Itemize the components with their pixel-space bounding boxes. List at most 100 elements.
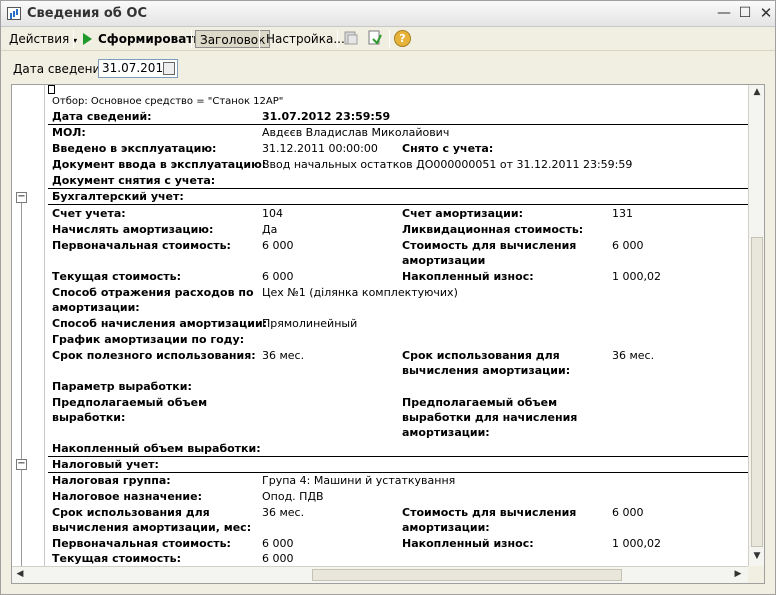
- group-line: [21, 203, 22, 461]
- account-label: Счет учета:: [52, 207, 126, 220]
- amort-method-value: Прямолинейный: [262, 317, 358, 330]
- collapse-accounting-button[interactable]: −: [16, 192, 27, 203]
- tax-cost-for-amort-label: Стоимость для вычисления: [402, 506, 577, 519]
- mol-label: МОЛ:: [52, 126, 86, 139]
- initial-cost-label: Первоначальная стоимость:: [52, 239, 231, 252]
- report-window: Сведения об ОС — ☐ ✕ Действия ▾ Сформиро…: [0, 0, 776, 595]
- vertical-scroll-thumb[interactable]: [751, 237, 763, 547]
- tax-purpose-value: Опод. ПДВ: [262, 490, 324, 503]
- accum-output-label: Накопленный объем выработки:: [52, 442, 261, 455]
- usage-term-label: Срок использования для: [402, 349, 560, 362]
- generate-button[interactable]: Сформировать: [83, 30, 201, 48]
- toolbar-separator: [259, 30, 260, 48]
- cost-for-amort-label-cont: амортизации: [402, 254, 486, 267]
- tax-initial-cost-value: 6 000: [262, 537, 294, 550]
- amort-method-label: Способ начисления амортизации:: [52, 317, 268, 330]
- tax-group-label: Налоговая группа:: [52, 474, 171, 487]
- cost-for-amort-value: 6 000: [612, 239, 644, 252]
- tax-cost-for-amort-value: 6 000: [612, 506, 644, 519]
- usage-term-label-cont: вычисления амортизации:: [402, 364, 571, 377]
- tax-usage-term-label: Срок использования для: [52, 506, 210, 519]
- accrue-label: Начислять амортизацию:: [52, 223, 214, 236]
- report-panel: − − Отбор: Основное средство = "Станок 1…: [11, 84, 765, 584]
- commission-doc-value: Ввод начальных остатков ДО000000051 от 3…: [262, 158, 633, 171]
- tax-current-cost-label: Текущая стоимость:: [52, 552, 182, 565]
- close-button[interactable]: ✕: [756, 5, 776, 23]
- divider: [48, 204, 748, 205]
- horizontal-scrollbar[interactable]: ◀ ▶: [12, 566, 748, 583]
- window-title: Сведения об ОС: [27, 6, 147, 21]
- calendar-icon[interactable]: [163, 62, 175, 75]
- date-label: Дата сведений:: [52, 110, 152, 123]
- date-input[interactable]: 31.07.2012: [98, 59, 178, 78]
- print-icon[interactable]: [343, 30, 359, 46]
- useful-life-value: 36 мес.: [262, 349, 305, 362]
- tax-usage-term-label-cont: вычисления амортизации, мес:: [52, 521, 252, 534]
- cost-for-amort-label: Стоимость для вычисления: [402, 239, 577, 252]
- removed-label: Снято с учета:: [402, 142, 494, 155]
- commissioned-label: Введено в эксплуатацию:: [52, 142, 217, 155]
- toolbar: Действия ▾ Сформировать Заголовок Настро…: [1, 27, 775, 51]
- commission-doc-label: Документ ввода в эксплуатацию:: [52, 158, 267, 171]
- tax-cost-for-amort-label-cont: амортизации:: [402, 521, 490, 534]
- expense-method-label: Способ отражения расходов по: [52, 286, 254, 299]
- tax-current-cost-value: 6 000: [262, 552, 294, 565]
- date-input-value: 31.07.2012: [102, 61, 171, 75]
- heading-label: Заголовок: [200, 33, 266, 47]
- tax-accum-wear-label: Накопленный износ:: [402, 537, 534, 550]
- collapse-tax-button[interactable]: −: [16, 459, 27, 470]
- expected-output-amort-label-cont2: амортизации:: [402, 426, 490, 439]
- settings-label: Настройка...: [266, 32, 345, 46]
- current-cost-label: Текущая стоимость:: [52, 270, 182, 283]
- report-icon: [7, 7, 21, 20]
- output-param-label: Параметр выработки:: [52, 380, 192, 393]
- expense-method-label-cont: амортизации:: [52, 301, 140, 314]
- tax-accum-wear-value: 1 000,02: [612, 537, 661, 550]
- amort-account-label: Счет амортизации:: [402, 207, 523, 220]
- mol-value: Авдєєв Владислав Миколайович: [262, 126, 450, 139]
- expected-output-label: Предполагаемый объем: [52, 396, 208, 409]
- generate-label: Сформировать: [98, 32, 201, 46]
- filter-text: Отбор: Основное средство = "Станок 12АР": [52, 96, 284, 107]
- toolbar-separator: [191, 30, 192, 48]
- commissioned-value: 31.12.2011 00:00:00: [262, 142, 378, 155]
- settings-button[interactable]: Настройка...: [266, 30, 345, 48]
- amort-account-value: 131: [612, 207, 633, 220]
- current-cost-value: 6 000: [262, 270, 294, 283]
- actions-menu[interactable]: Действия ▾: [9, 30, 77, 48]
- resize-grip: [748, 566, 764, 583]
- toolbar-separator: [73, 30, 74, 48]
- vertical-scrollbar[interactable]: ▲ ▼: [748, 85, 764, 566]
- group-line: [21, 470, 22, 566]
- usage-term-value: 36 мес.: [612, 349, 655, 362]
- tax-initial-cost-label: Первоначальная стоимость:: [52, 537, 231, 550]
- accounting-header: Бухгалтерский учет:: [52, 190, 184, 203]
- initial-cost-value: 6 000: [262, 239, 294, 252]
- export-icon[interactable]: [367, 30, 383, 46]
- play-icon: [83, 33, 92, 45]
- scroll-down-icon[interactable]: ▼: [749, 551, 764, 561]
- horizontal-scroll-thumb[interactable]: [312, 569, 622, 581]
- useful-life-label: Срок полезного использования:: [52, 349, 256, 362]
- scroll-right-icon[interactable]: ▶: [732, 569, 744, 579]
- accum-wear-label: Накопленный износ:: [402, 270, 534, 283]
- cursor-marker: [48, 85, 55, 94]
- schedule-label: График амортизации по году:: [52, 333, 245, 346]
- tax-header: Налоговый учет:: [52, 458, 159, 471]
- expected-output-label-cont: выработки:: [52, 411, 126, 424]
- report-content: Отбор: Основное средство = "Станок 12АР"…: [48, 85, 748, 566]
- accum-wear-value: 1 000,02: [612, 270, 661, 283]
- maximize-button[interactable]: ☐: [735, 5, 755, 23]
- removal-doc-label: Документ снятия с учета:: [52, 174, 216, 187]
- help-icon[interactable]: ?: [394, 30, 411, 47]
- expected-output-amort-label-cont: выработки для начисления: [402, 411, 578, 424]
- date-value: 31.07.2012 23:59:59: [262, 110, 391, 123]
- scroll-up-icon[interactable]: ▲: [749, 87, 764, 97]
- expense-method-value: Цех №1 (ділянка комплектуючих): [262, 286, 458, 299]
- scroll-left-icon[interactable]: ◀: [14, 569, 26, 579]
- account-value: 104: [262, 207, 283, 220]
- minimize-button[interactable]: —: [714, 5, 734, 23]
- grouping-gutter: − −: [12, 85, 45, 566]
- accrue-value: Да: [262, 223, 278, 236]
- tax-purpose-label: Налоговое назначение:: [52, 490, 202, 503]
